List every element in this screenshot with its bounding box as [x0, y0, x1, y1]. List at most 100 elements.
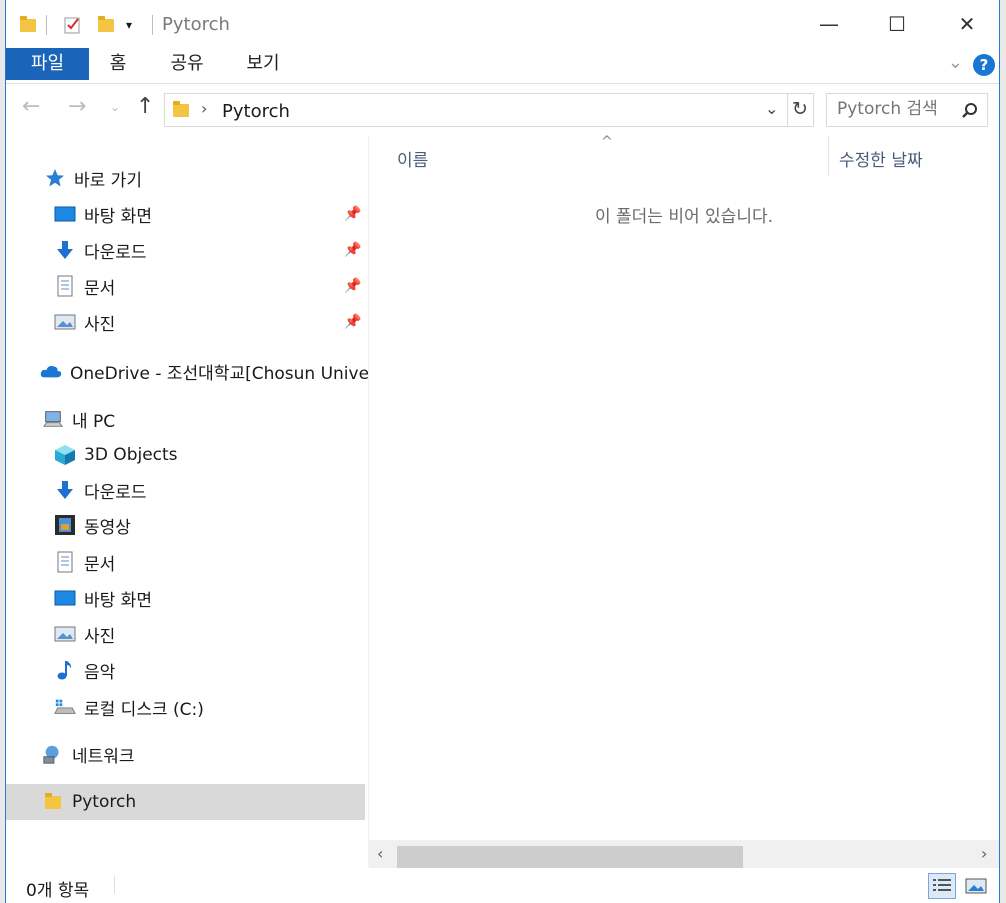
large-icons-view-button[interactable] [962, 873, 990, 899]
sidebar-item-desktop[interactable]: 바탕 화면 [54, 581, 152, 615]
large-icons-view-icon [965, 878, 987, 894]
pin-icon[interactable]: 📌 [344, 278, 361, 294]
tab-view[interactable]: 보기 [240, 48, 286, 80]
sidebar-item-label: 3D Objects [84, 445, 178, 465]
navigation-bar: ← → ⌄ ↑ › Pytorch ⌄ ↻ [6, 90, 999, 130]
sidebar-item-music[interactable]: 음악 [54, 653, 115, 687]
sidebar-item-quick-downloads[interactable]: 다운로드 [54, 233, 147, 267]
folder-icon [42, 791, 64, 813]
network-icon [42, 743, 64, 765]
pin-icon[interactable]: 📌 [344, 314, 361, 330]
search-input[interactable] [837, 99, 955, 119]
empty-folder-message: 이 폴더는 비어 있습니다. [594, 207, 773, 227]
pictures-icon [54, 623, 76, 645]
file-list: ^ 이름 수정한 날짜 이 폴더는 비어 있습니다. [369, 134, 999, 840]
status-divider [114, 876, 115, 894]
sidebar-item-local-disk[interactable]: 로컬 디스크 (C:) [54, 690, 204, 724]
cube-icon [54, 444, 76, 466]
desktop-icon [54, 587, 76, 609]
item-count: 0개 항목 [26, 881, 90, 901]
help-button[interactable]: ? [973, 54, 995, 76]
horizontal-scrollbar[interactable]: ‹ › [369, 840, 999, 868]
sidebar-item-downloads[interactable]: 다운로드 [54, 473, 147, 507]
search-icon[interactable] [961, 102, 979, 120]
computer-icon [42, 408, 64, 430]
desktop-icon [54, 203, 76, 225]
sidebar-item-label: Pytorch [72, 792, 137, 812]
ribbon: 파일 홈 공유 보기 ⌄ ? [6, 48, 999, 84]
address-divider [787, 94, 788, 126]
maximize-button[interactable]: ☐ [874, 8, 920, 40]
status-bar: 0개 항목 [6, 868, 999, 903]
address-dropdown-icon[interactable]: ⌄ [765, 99, 778, 118]
sidebar-item-label: 바로 가기 [74, 170, 142, 191]
window-title: Pytorch [162, 14, 230, 35]
sidebar-item-label: 다운로드 [84, 482, 147, 503]
details-view-icon [933, 879, 951, 891]
customize-quick-access-icon[interactable]: ▾ [126, 12, 132, 38]
forward-button[interactable]: → [68, 94, 86, 119]
explorer-window: ▾ Pytorch — ☐ ✕ 파일 홈 공유 보기 ⌄ ? ← → ⌄ ↑ ›… [5, 0, 1000, 903]
film-strip-icon [54, 514, 76, 536]
tab-home[interactable]: 홈 [98, 48, 138, 80]
minimize-button[interactable]: — [806, 8, 852, 40]
music-note-icon [54, 659, 76, 681]
document-icon [54, 551, 76, 573]
download-arrow-icon [54, 479, 76, 501]
close-button[interactable]: ✕ [944, 8, 990, 40]
sidebar-item-pictures[interactable]: 사진 [54, 617, 115, 651]
star-icon [44, 167, 66, 189]
address-folder-icon [173, 101, 189, 117]
sidebar-item-quick-documents[interactable]: 문서 [54, 269, 115, 303]
back-button[interactable]: ← [22, 94, 40, 119]
sidebar-item-label: 다운로드 [84, 242, 147, 263]
title-separator [152, 15, 153, 35]
pictures-icon [54, 311, 76, 333]
new-folder-icon[interactable] [98, 12, 114, 38]
scroll-right-icon[interactable]: › [981, 844, 987, 863]
sidebar-item-onedrive[interactable]: OneDrive - 조선대학교[Chosun Unive [40, 354, 368, 388]
scrollbar-thumb[interactable] [397, 846, 743, 868]
column-header-modified[interactable]: 수정한 날짜 [839, 146, 923, 171]
sidebar-item-3d-objects[interactable]: 3D Objects [54, 438, 178, 472]
pin-icon[interactable]: 📌 [344, 242, 361, 258]
scroll-left-icon[interactable]: ‹ [377, 844, 383, 863]
recent-locations-button[interactable]: ⌄ [110, 100, 120, 114]
sidebar-item-quick-access[interactable]: 바로 가기 [44, 161, 142, 195]
column-header-name[interactable]: 이름 [397, 146, 428, 171]
sidebar-item-videos[interactable]: 동영상 [54, 508, 131, 542]
document-icon [54, 275, 76, 297]
sidebar-item-pytorch[interactable]: Pytorch [42, 785, 136, 819]
properties-check-icon[interactable] [64, 12, 82, 38]
address-bar[interactable]: › Pytorch ⌄ ↻ [164, 93, 814, 127]
sidebar-item-label: 사진 [84, 314, 116, 335]
sidebar-item-label: 내 PC [72, 411, 116, 432]
sidebar-item-label: 동영상 [84, 517, 131, 538]
sidebar-item-network[interactable]: 네트워크 [42, 737, 135, 771]
drive-icon [54, 696, 76, 718]
expand-ribbon-icon[interactable]: ⌄ [948, 52, 963, 73]
sidebar-item-label: 네트워크 [72, 746, 135, 767]
tab-file[interactable]: 파일 [6, 48, 89, 80]
navigation-pane: 바로 가기 바탕 화면 📌 다운로드 📌 문서 📌 사진 📌 OneDrive … [6, 136, 368, 826]
details-view-button[interactable] [928, 873, 956, 899]
column-divider[interactable] [828, 136, 829, 176]
download-arrow-icon [54, 239, 76, 261]
sidebar-item-documents[interactable]: 문서 [54, 545, 115, 579]
sidebar-item-label: 사진 [84, 626, 116, 647]
address-path[interactable]: Pytorch [222, 101, 290, 122]
sidebar-item-label: 문서 [84, 278, 116, 299]
breadcrumb-chevron-icon[interactable]: › [201, 99, 207, 118]
window-folder-icon[interactable] [20, 12, 36, 38]
up-button[interactable]: ↑ [136, 94, 154, 119]
search-box[interactable] [826, 93, 988, 127]
tab-share[interactable]: 공유 [164, 48, 210, 80]
sidebar-item-label: 로컬 디스크 (C:) [84, 699, 204, 720]
sidebar-item-this-pc[interactable]: 내 PC [42, 402, 115, 436]
sort-ascending-icon: ^ [601, 134, 613, 150]
sidebar-item-quick-desktop[interactable]: 바탕 화면 [54, 197, 152, 231]
pin-icon[interactable]: 📌 [344, 206, 361, 222]
refresh-icon[interactable]: ↻ [792, 98, 808, 120]
sidebar-item-quick-pictures[interactable]: 사진 [54, 305, 115, 339]
sidebar-item-label: 문서 [84, 554, 116, 575]
